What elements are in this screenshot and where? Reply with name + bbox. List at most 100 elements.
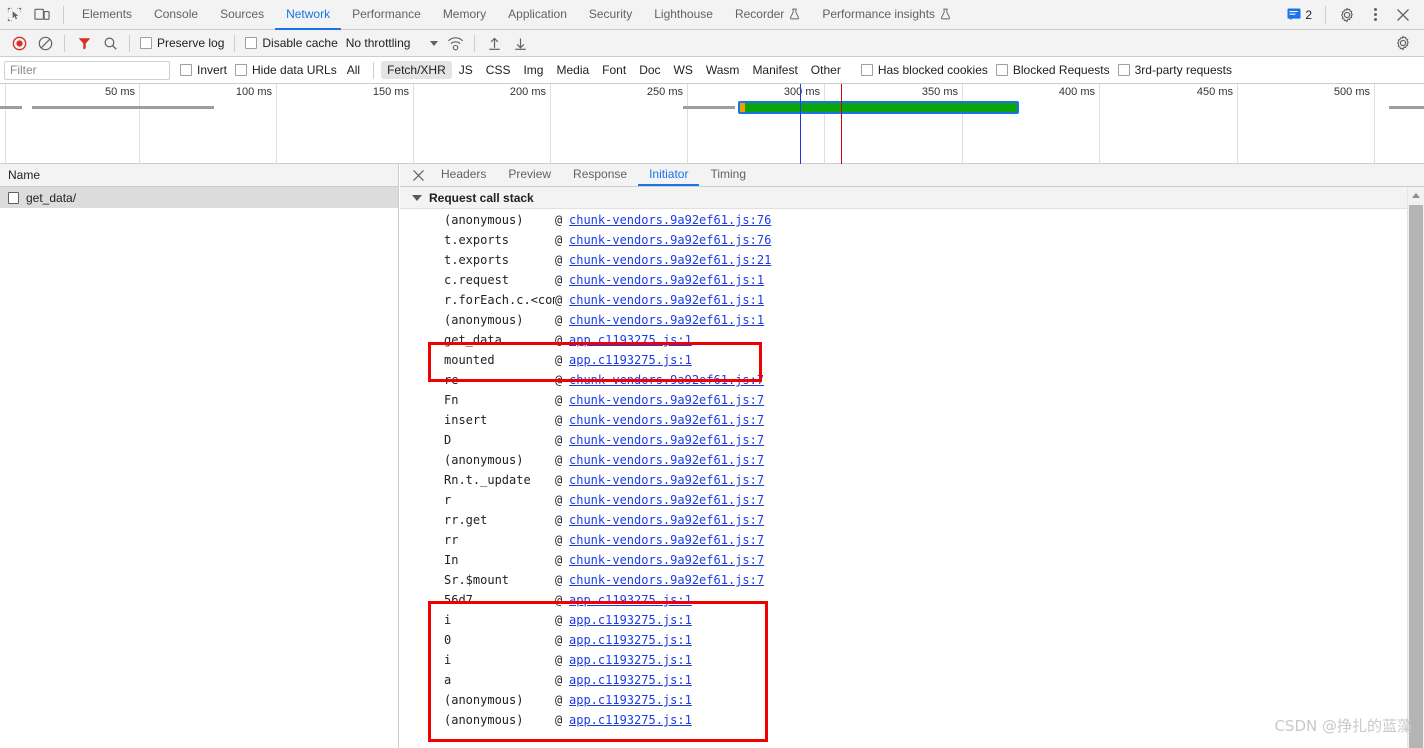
tab-response[interactable]: Response (562, 164, 638, 186)
tab-console[interactable]: Console (143, 0, 209, 30)
clear-button[interactable] (32, 31, 58, 55)
preserve-log-checkbox[interactable]: Preserve log (136, 36, 228, 50)
filter-button[interactable] (71, 31, 97, 55)
call-stack-source-link[interactable]: app.c1193275.js:1 (569, 633, 692, 647)
call-stack-source-link[interactable]: chunk-vendors.9a92ef61.js:7 (569, 373, 764, 387)
overview-tick: 200 ms (509, 86, 546, 98)
tab-initiator[interactable]: Initiator (638, 164, 700, 186)
resource-type-filters: All Fetch/XHR JS CSS Img Media Font Doc … (341, 61, 847, 79)
call-stack-function-name: (anonymous) (444, 313, 524, 327)
filter-type-js[interactable]: JS (453, 61, 479, 79)
call-stack-row: Sr.$mount @ chunk-vendors.9a92ef61.js:7 (400, 570, 1407, 590)
tab-elements[interactable]: Elements (71, 0, 143, 30)
close-detail-icon[interactable] (406, 164, 430, 186)
tab-lighthouse[interactable]: Lighthouse (643, 0, 724, 30)
filter-type-doc[interactable]: Doc (633, 61, 666, 79)
filter-type-css[interactable]: CSS (480, 61, 517, 79)
call-stack-at-symbol: @ (555, 633, 563, 647)
overview-band (0, 106, 22, 109)
filter-type-all[interactable]: All (341, 61, 366, 79)
call-stack-source-link[interactable]: app.c1193275.js:1 (569, 693, 692, 707)
tab-memory[interactable]: Memory (432, 0, 497, 30)
call-stack-source-link[interactable]: app.c1193275.js:1 (569, 613, 692, 627)
call-stack-source-link[interactable]: app.c1193275.js:1 (569, 653, 692, 667)
call-stack-source-link[interactable]: app.c1193275.js:1 (569, 333, 692, 347)
close-devtools-icon[interactable] (1389, 1, 1417, 29)
call-stack-source-link[interactable]: app.c1193275.js:1 (569, 673, 692, 687)
filter-type-wasm[interactable]: Wasm (700, 61, 746, 79)
scrollbar-thumb[interactable] (1409, 205, 1423, 748)
call-stack-source-link[interactable]: chunk-vendors.9a92ef61.js:76 (569, 233, 771, 247)
tab-security[interactable]: Security (578, 0, 643, 30)
call-stack-row: get_data @ app.c1193275.js:1 (400, 330, 1407, 350)
network-settings-group (1390, 31, 1424, 55)
invert-checkbox[interactable]: Invert (176, 63, 231, 77)
document-icon (8, 191, 19, 204)
more-options-icon[interactable] (1361, 1, 1389, 29)
call-stack-source-link[interactable]: chunk-vendors.9a92ef61.js:7 (569, 393, 764, 407)
hide-data-urls-label: Hide data URLs (252, 63, 337, 77)
scroll-up-arrow-icon[interactable] (1408, 187, 1424, 204)
import-har-icon[interactable] (481, 31, 507, 55)
filter-type-font[interactable]: Font (596, 61, 632, 79)
inspect-element-icon[interactable] (0, 1, 28, 29)
filter-type-img[interactable]: Img (517, 61, 549, 79)
third-party-requests-checkbox[interactable]: 3rd-party requests (1114, 63, 1236, 77)
call-stack-source-link[interactable]: app.c1193275.js:1 (569, 713, 692, 727)
call-stack-source-link[interactable]: chunk-vendors.9a92ef61.js:7 (569, 573, 764, 587)
record-button[interactable] (6, 31, 32, 55)
filter-type-manifest[interactable]: Manifest (746, 61, 803, 79)
blocked-requests-checkbox[interactable]: Blocked Requests (992, 63, 1114, 77)
tab-performance-insights[interactable]: Performance insights (811, 0, 962, 30)
call-stack-source-link[interactable]: app.c1193275.js:1 (569, 353, 692, 367)
request-call-stack-header[interactable]: Request call stack (400, 187, 1424, 209)
call-stack-source-link[interactable]: chunk-vendors.9a92ef61.js:7 (569, 413, 764, 427)
device-toolbar-icon[interactable] (28, 1, 56, 29)
tab-network[interactable]: Network (275, 0, 342, 30)
network-conditions-icon[interactable] (442, 31, 468, 55)
issues-badge[interactable]: 2 (1281, 6, 1318, 24)
filter-type-ws[interactable]: WS (668, 61, 699, 79)
filter-type-media[interactable]: Media (550, 61, 595, 79)
call-stack-source-link[interactable]: chunk-vendors.9a92ef61.js:21 (569, 253, 771, 267)
call-stack-source-link[interactable]: chunk-vendors.9a92ef61.js:7 (569, 513, 764, 527)
call-stack-function-name: (anonymous) (444, 213, 524, 227)
call-stack-source-link[interactable]: chunk-vendors.9a92ef61.js:7 (569, 473, 764, 487)
tab-preview[interactable]: Preview (497, 164, 562, 186)
tab-sources[interactable]: Sources (209, 0, 275, 30)
call-stack-source-link[interactable]: chunk-vendors.9a92ef61.js:76 (569, 213, 771, 227)
call-stack-source-link[interactable]: chunk-vendors.9a92ef61.js:1 (569, 273, 764, 287)
call-stack-source-link[interactable]: chunk-vendors.9a92ef61.js:1 (569, 293, 764, 307)
call-stack-row: re @ chunk-vendors.9a92ef61.js:7 (400, 370, 1407, 390)
call-stack-function-name: Sr.$mount (444, 573, 510, 587)
invert-box (180, 64, 192, 76)
detail-vertical-scrollbar[interactable] (1407, 187, 1424, 748)
call-stack-source-link[interactable]: chunk-vendors.9a92ef61.js:7 (569, 453, 764, 467)
has-blocked-cookies-checkbox[interactable]: Has blocked cookies (857, 63, 992, 77)
filter-input[interactable] (4, 60, 170, 80)
request-row-get-data[interactable]: get_data/ (0, 187, 398, 208)
tab-recorder[interactable]: Recorder (724, 0, 811, 30)
filter-type-other[interactable]: Other (805, 61, 847, 79)
network-settings-icon[interactable] (1390, 31, 1416, 55)
call-stack-source-link[interactable]: chunk-vendors.9a92ef61.js:7 (569, 433, 764, 447)
hide-data-urls-checkbox[interactable]: Hide data URLs (231, 63, 341, 77)
export-har-icon[interactable] (507, 31, 533, 55)
filter-type-fetch-xhr[interactable]: Fetch/XHR (381, 61, 452, 79)
tab-application[interactable]: Application (497, 0, 578, 30)
search-button[interactable] (97, 31, 123, 55)
settings-gear-icon[interactable] (1333, 1, 1361, 29)
network-timeline-overview[interactable]: 50 ms 100 ms 150 ms 200 ms 250 ms 300 ms… (0, 84, 1424, 164)
throttling-dropdown[interactable]: No throttling (342, 36, 443, 50)
call-stack-source-link[interactable]: chunk-vendors.9a92ef61.js:7 (569, 533, 764, 547)
overview-request-bar[interactable] (738, 101, 1019, 114)
disable-cache-checkbox[interactable]: Disable cache (241, 36, 341, 50)
call-stack-function-name: (anonymous) (444, 693, 524, 707)
tab-headers[interactable]: Headers (430, 164, 497, 186)
call-stack-source-link[interactable]: chunk-vendors.9a92ef61.js:7 (569, 493, 764, 507)
tab-performance[interactable]: Performance (341, 0, 432, 30)
call-stack-source-link[interactable]: app.c1193275.js:1 (569, 593, 692, 607)
tab-timing[interactable]: Timing (699, 164, 757, 186)
call-stack-source-link[interactable]: chunk-vendors.9a92ef61.js:1 (569, 313, 764, 327)
call-stack-source-link[interactable]: chunk-vendors.9a92ef61.js:7 (569, 553, 764, 567)
